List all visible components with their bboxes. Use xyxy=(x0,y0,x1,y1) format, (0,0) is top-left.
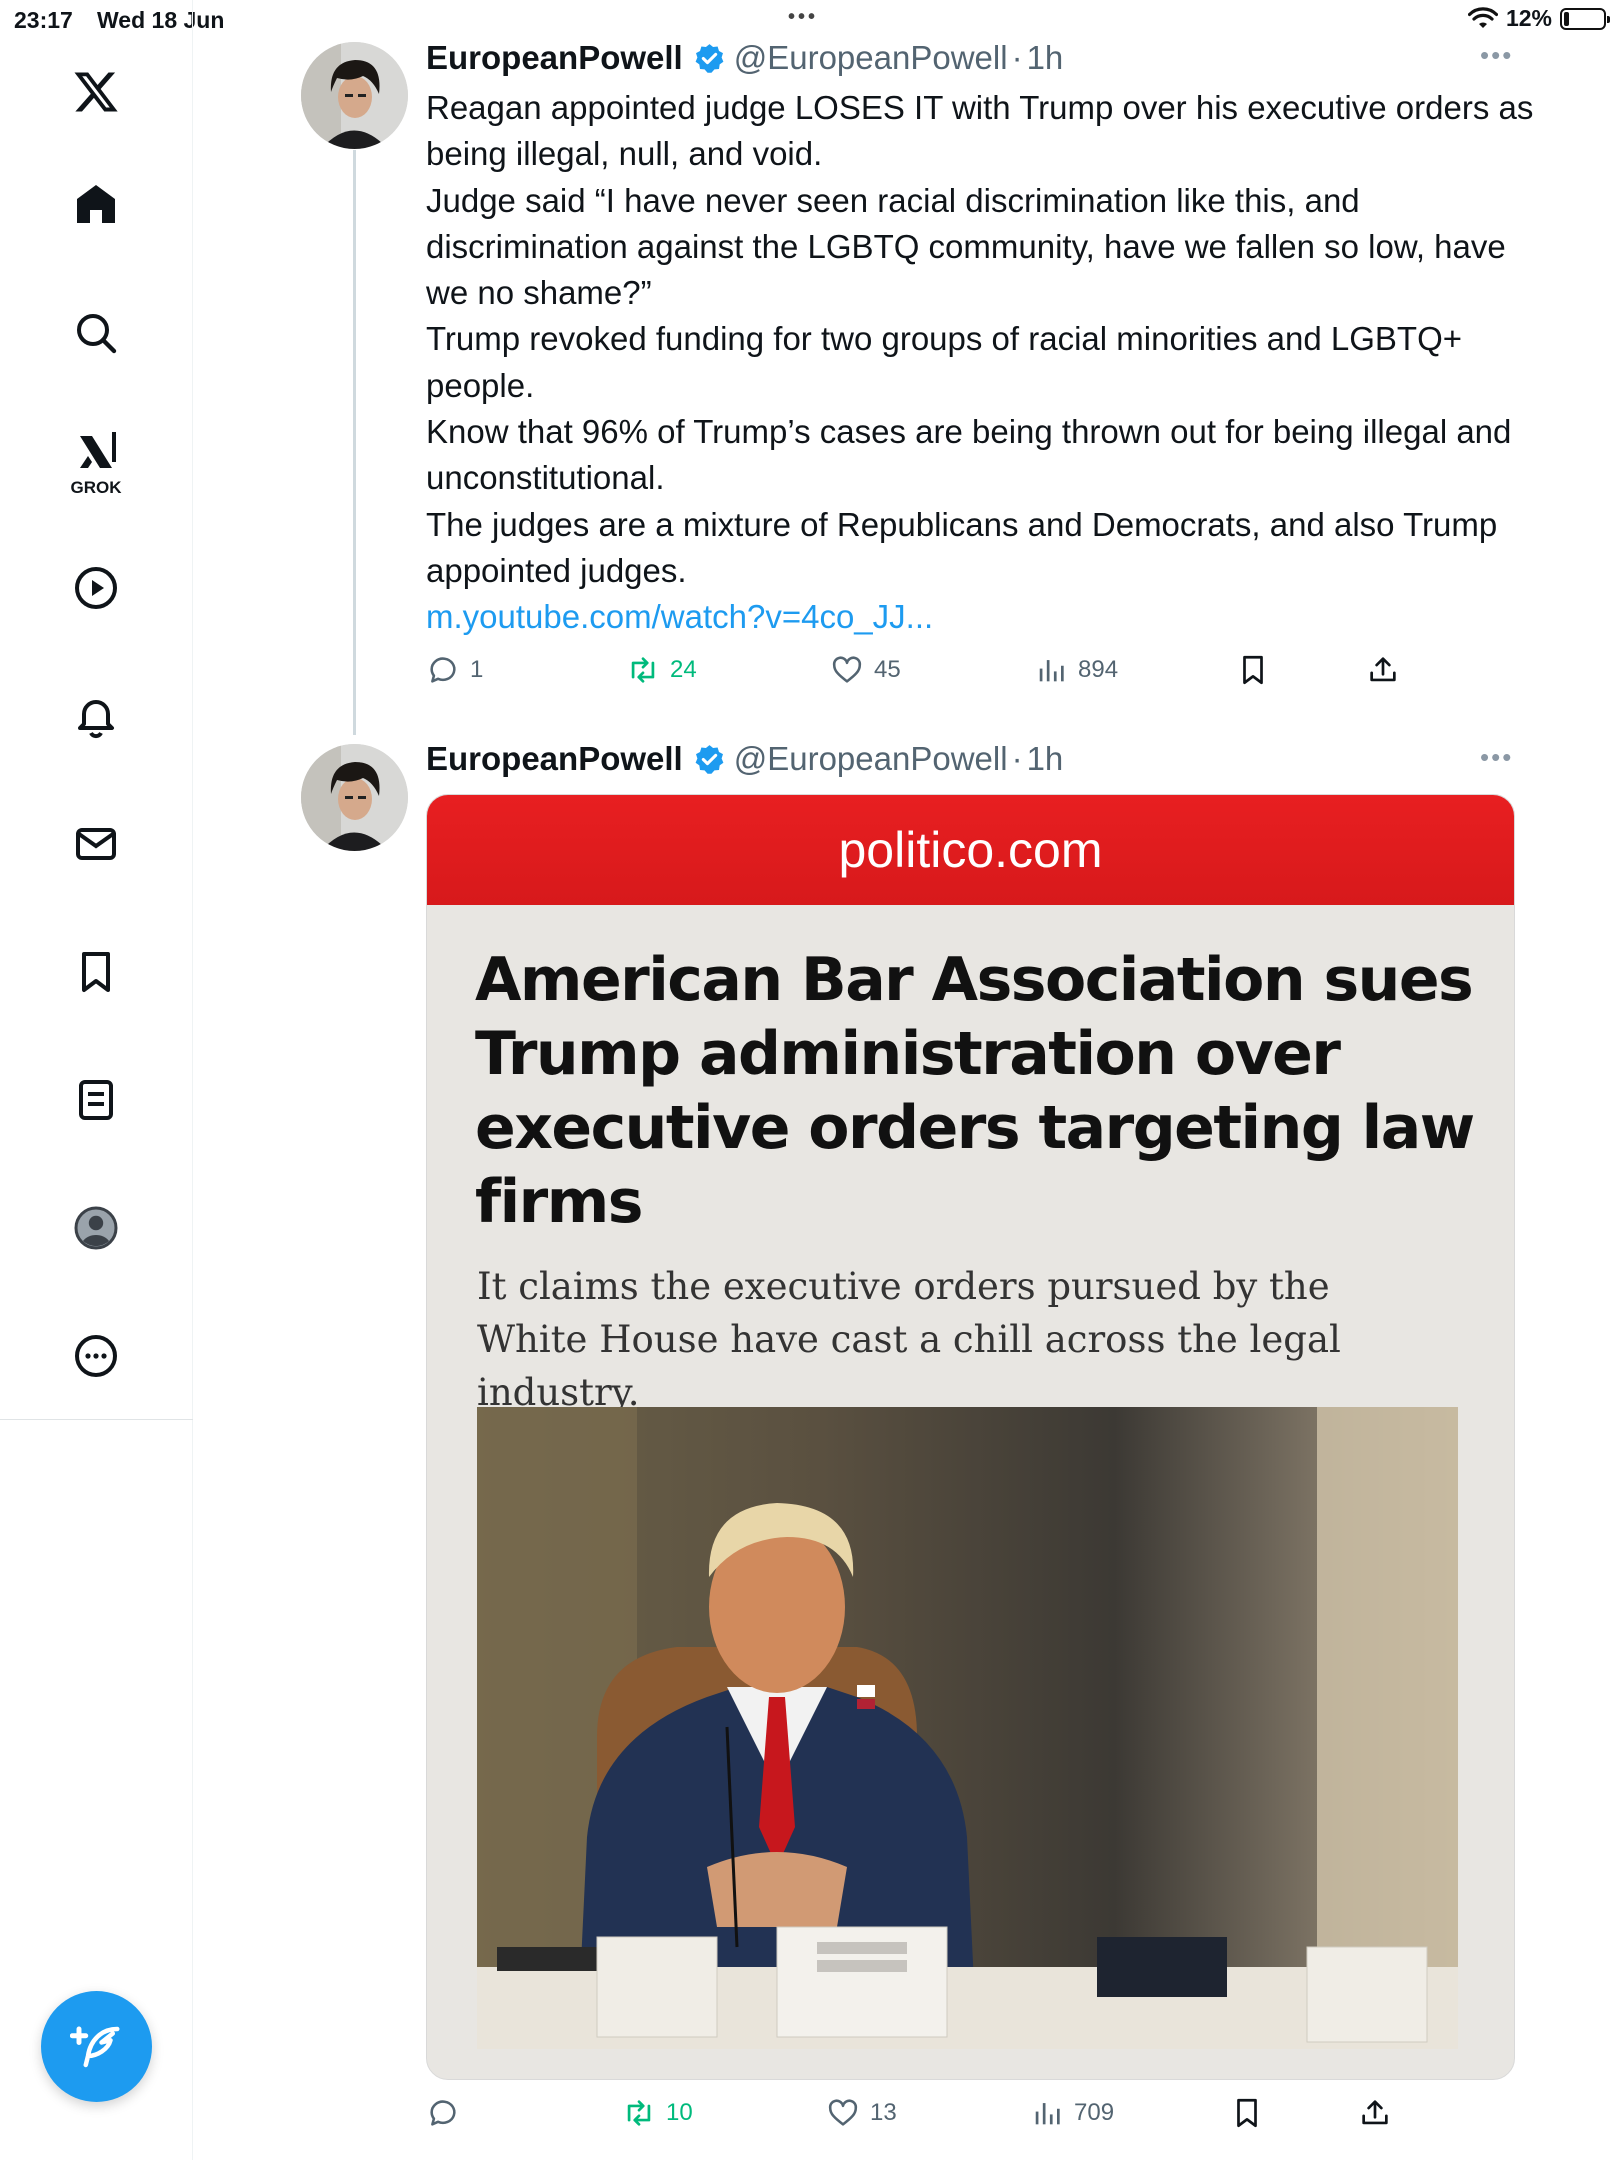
author-name[interactable]: EuropeanPowell xyxy=(426,740,683,778)
views-chart-icon xyxy=(1035,2103,1060,2125)
multitasking-dots-icon[interactable]: ••• xyxy=(788,6,818,29)
share-icon xyxy=(1370,657,1396,682)
like-button[interactable]: 45 xyxy=(830,653,901,687)
views-button[interactable]: 709 xyxy=(1030,2096,1114,2130)
author-handle[interactable]: @EuropeanPowell xyxy=(734,39,1008,77)
youtube-link[interactable]: m.youtube.com/watch?v=4co_JJ... xyxy=(426,598,933,635)
reply-button[interactable] xyxy=(426,2096,470,2130)
post-more-icon[interactable]: ••• xyxy=(1480,742,1513,773)
sidebar: GROK xyxy=(0,0,193,2160)
post-time[interactable]: 1h xyxy=(1027,39,1064,77)
reply-icon xyxy=(430,657,456,683)
politico-banner: politico.com xyxy=(427,795,1514,905)
status-bar: 23:17 Wed 18 Jun ••• 12% xyxy=(0,0,1620,40)
share-button[interactable] xyxy=(1358,2096,1392,2130)
more-options-icon[interactable] xyxy=(64,1324,128,1388)
view-count: 709 xyxy=(1074,2099,1115,2126)
views-chart-icon xyxy=(1039,660,1064,682)
retweet-count: 24 xyxy=(670,656,697,683)
post-image[interactable]: politico.com American Bar Association su… xyxy=(426,794,1515,2080)
article-subhead: It claims the executive orders pursued b… xyxy=(477,1265,1341,1414)
retweet-icon xyxy=(631,657,655,683)
post-more-icon[interactable]: ••• xyxy=(1480,40,1513,71)
tweet-text: Reagan appointed judge LOSES IT with Tru… xyxy=(426,85,1536,641)
politico-site: politico.com xyxy=(838,822,1103,878)
lists-icon[interactable] xyxy=(64,1068,128,1132)
tweet-header: EuropeanPowell @EuropeanPowell · 1h xyxy=(426,36,1063,80)
tweet-header: EuropeanPowell @EuropeanPowell · 1h xyxy=(426,737,1063,781)
reply-icon xyxy=(430,2100,456,2126)
grok-label: GROK xyxy=(70,478,122,497)
view-count: 894 xyxy=(1078,656,1119,683)
reply-count: 1 xyxy=(470,656,484,683)
article-headline: American Bar Association sues Trump admi… xyxy=(475,945,1475,1237)
notifications-bell-icon[interactable] xyxy=(64,684,128,748)
video-icon[interactable] xyxy=(64,556,128,620)
like-button[interactable]: 13 xyxy=(826,2096,897,2130)
tweet-actions: 10 13 709 xyxy=(426,2096,1426,2140)
sidebar-divider xyxy=(0,1419,193,1420)
battery-percent: 12% xyxy=(1505,5,1552,31)
messages-envelope-icon[interactable] xyxy=(64,812,128,876)
thread-connector-line xyxy=(353,150,356,735)
tweet-text-line: Trump revoked funding for two groups of … xyxy=(426,320,1463,404)
tweet-actions: 1 24 45 894 xyxy=(426,653,1426,697)
wifi-icon xyxy=(1467,6,1498,28)
heart-icon xyxy=(828,2099,858,2126)
author-name[interactable]: EuropeanPowell xyxy=(426,39,683,77)
share-icon xyxy=(1362,2100,1388,2125)
verified-badge-icon xyxy=(695,43,724,73)
tweet-text-line: The judges are a mixture of Republicans … xyxy=(426,505,1498,589)
search-icon[interactable] xyxy=(64,301,128,365)
like-count: 45 xyxy=(874,656,901,683)
like-count: 13 xyxy=(870,2099,897,2126)
compose-post-button[interactable] xyxy=(41,1991,152,2102)
verified-badge-icon xyxy=(695,744,724,774)
reply-button[interactable]: 1 xyxy=(426,653,483,687)
post-time[interactable]: 1h xyxy=(1027,740,1064,778)
author-avatar[interactable] xyxy=(301,42,408,149)
retweet-count: 10 xyxy=(666,2099,693,2126)
tweet-text-line: Know that 96% of Trump’s cases are being… xyxy=(426,413,1512,497)
bookmark-button[interactable] xyxy=(1230,2096,1264,2130)
bookmark-icon xyxy=(1243,655,1263,685)
retweet-button[interactable]: 24 xyxy=(626,653,697,687)
x-logo-icon[interactable] xyxy=(64,60,128,124)
tweet-text-line: Reagan appointed judge LOSES IT with Tru… xyxy=(426,89,1534,173)
share-button[interactable] xyxy=(1366,653,1400,687)
retweet-button[interactable]: 10 xyxy=(622,2096,693,2130)
retweet-icon xyxy=(627,2100,651,2126)
bookmarks-icon[interactable] xyxy=(64,940,128,1004)
separator: · xyxy=(1011,39,1023,76)
tweet-text-line: Judge said “I have never seen racial dis… xyxy=(426,181,1506,312)
home-icon[interactable] xyxy=(64,172,128,236)
heart-icon xyxy=(832,656,862,683)
separator: · xyxy=(1011,740,1023,777)
author-handle[interactable]: @EuropeanPowell xyxy=(734,740,1008,778)
views-button[interactable]: 894 xyxy=(1034,653,1118,687)
bookmark-icon xyxy=(1237,2098,1257,2128)
author-avatar[interactable] xyxy=(301,744,408,851)
battery-level xyxy=(1564,11,1569,26)
status-right: 12% xyxy=(1467,5,1610,32)
grok-icon[interactable] xyxy=(64,420,128,484)
profile-avatar-icon[interactable] xyxy=(64,1196,128,1260)
article-photo xyxy=(477,1407,1458,2049)
battery-icon xyxy=(1560,7,1610,30)
bookmark-button[interactable] xyxy=(1236,653,1270,687)
compose-feather-icon xyxy=(69,2026,119,2067)
